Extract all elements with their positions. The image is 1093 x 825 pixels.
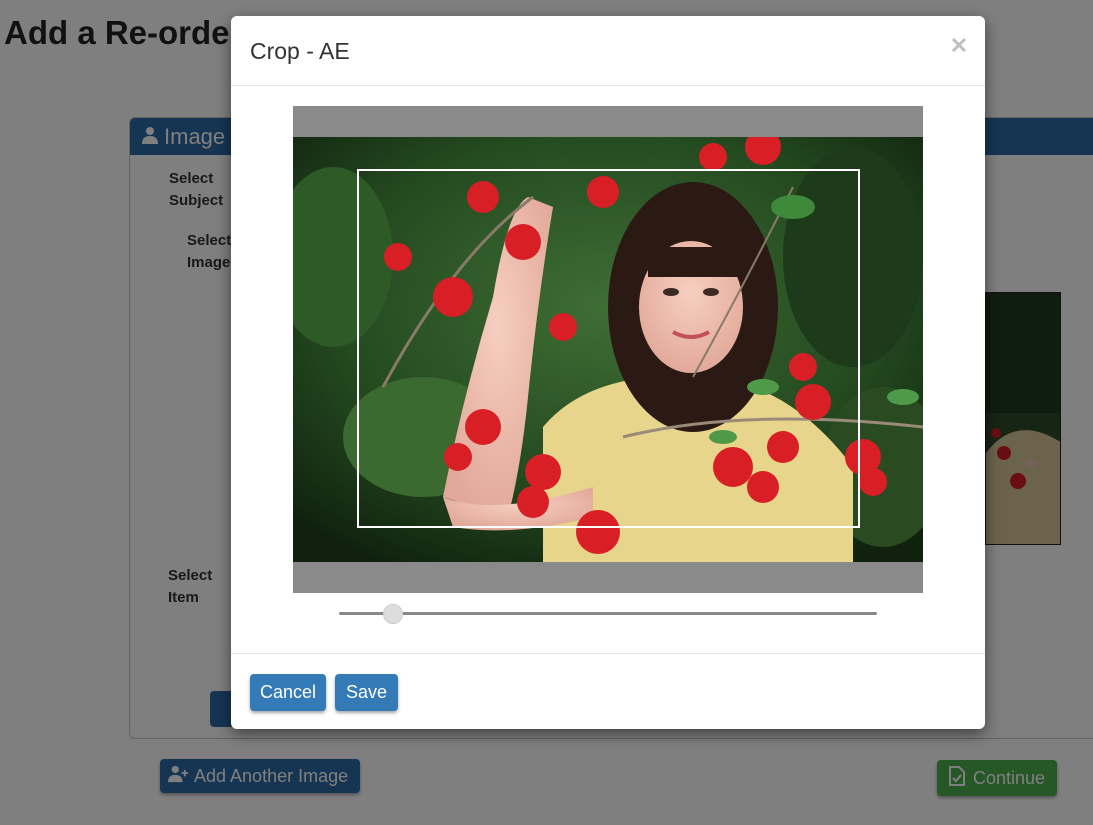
close-button[interactable] (949, 35, 969, 55)
modal-title: Crop - AE (250, 38, 350, 64)
zoom-slider-thumb[interactable] (382, 604, 403, 624)
close-icon (949, 37, 969, 58)
crop-selection-box[interactable] (357, 169, 860, 528)
zoom-slider[interactable] (339, 604, 877, 624)
modal-footer: Cancel Save (231, 653, 985, 729)
cancel-button[interactable]: Cancel (250, 674, 327, 711)
zoom-slider-track[interactable] (339, 612, 877, 615)
modal-header: Crop - AE (231, 16, 985, 86)
save-button[interactable]: Save (335, 674, 399, 711)
crop-area[interactable] (293, 106, 923, 593)
crop-modal: Crop - AE Cancel Save (231, 16, 985, 729)
